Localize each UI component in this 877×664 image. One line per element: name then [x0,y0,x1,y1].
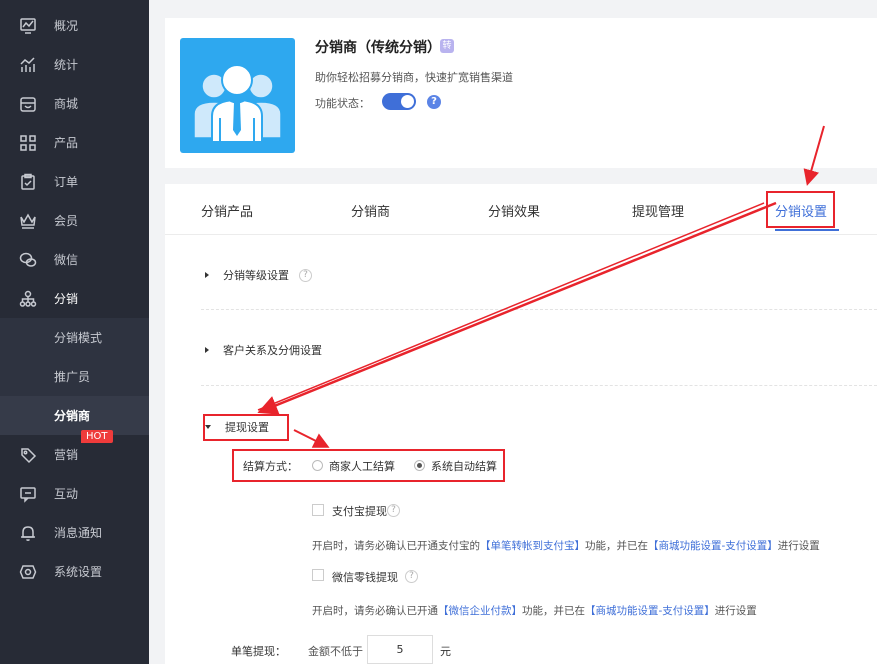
sidebar-item-product[interactable]: 产品 [0,123,149,162]
monitor-chart-icon [18,16,38,36]
section-level-toggle[interactable]: 分销等级设置 ? [205,267,312,283]
settings-icon [18,562,38,582]
status-toggle[interactable] [382,93,416,110]
sidebar-item-marketing[interactable]: 营销 [0,435,149,474]
section-level-label: 分销等级设置 [223,269,289,282]
sidebar-item-label: 互动 [54,487,79,501]
app-info-card: 分销商（传统分销） 转 助你轻松招募分销商，快速扩宽销售渠道 功能状态： ? [165,18,877,168]
section-relation-label: 客户关系及分佣设置 [223,344,322,357]
caret-right-icon [205,347,209,353]
page-title: 分销商（传统分销） [315,40,441,56]
annotation-box-settlement [232,449,505,482]
sidebar-item-member[interactable]: 会员 [0,201,149,240]
help-icon[interactable]: ? [427,95,441,109]
active-tab-indicator [775,229,839,231]
alipay-checkbox[interactable] [312,504,324,516]
tab-products[interactable]: 分销产品 [201,201,253,220]
sidebar-item-wechat[interactable]: 微信 [0,240,149,279]
shop-icon [18,94,38,114]
caret-right-icon [205,272,209,278]
tab-distributors[interactable]: 分销商 [351,201,390,220]
pay-settings-link[interactable]: 【商城功能设置-支付设置】 [585,605,715,617]
version-badge-icon: 转 [440,39,454,53]
sidebar-subitem-distributor[interactable]: 分销商 [0,396,149,435]
wechat-checkbox[interactable] [312,569,324,581]
sidebar-item-label: 分销 [54,292,79,306]
min-amount-label: 金额不低于 [308,645,363,658]
crown-icon [18,211,38,231]
sidebar-item-label: 消息通知 [54,526,103,540]
stats-icon [18,55,38,75]
sidebar-item-shop[interactable]: 商城 [0,84,149,123]
sidebar-item-label: 订单 [54,175,79,189]
sidebar-subitem-label: 分销商 [54,409,91,423]
pay-settings-link[interactable]: 【商城功能设置-支付设置】 [648,540,778,552]
sidebar-item-overview[interactable]: 概况 [0,6,149,45]
sidebar-subitem-label: 推广员 [54,370,91,384]
app-description: 助你轻松招募分销商，快速扩宽销售渠道 [315,71,513,84]
chat-icon [18,484,38,504]
help-icon[interactable]: ? [405,570,418,583]
wechat-icon [18,250,38,270]
status-label: 功能状态： [315,97,370,110]
annotation-box-withdraw [203,414,289,441]
distributor-logo-icon [180,38,295,153]
alipay-note: 开启时，请务必确认已开通支付宝的【单笔转帐到支付宝】功能，并已在【商城功能设置-… [312,540,820,552]
sidebar-item-label: 营销 [54,448,79,462]
annotation-box-settings-tab [766,191,835,228]
sidebar-item-label: 概况 [54,19,79,33]
sidebar-subitem-promoter[interactable]: 推广员 [0,357,149,396]
sidebar-item-interact[interactable]: 互动 [0,474,149,513]
help-icon[interactable]: ? [299,268,312,282]
alipay-label[interactable]: 支付宝提现 [332,503,387,519]
alipay-transfer-link[interactable]: 【单笔转帐到支付宝】 [480,540,585,552]
wechat-pay-link[interactable]: 【微信企业付款】 [438,605,522,617]
sidebar-item-stats[interactable]: 统计 [0,45,149,84]
sidebar-item-label: 微信 [54,253,79,267]
section-relation-toggle[interactable]: 客户关系及分佣设置 [205,342,322,358]
sidebar-subitem-mode[interactable]: 分销模式 [0,318,149,357]
unit-label: 元 [440,645,451,658]
sidebar-item-label: 产品 [54,136,79,150]
sidebar-item-label: 统计 [54,58,79,72]
wechat-note: 开启时，请务必确认已开通【微信企业付款】功能，并已在【商城功能设置-支付设置】进… [312,605,757,617]
section-divider [201,309,877,310]
tab-withdraw-manage[interactable]: 提现管理 [632,201,684,220]
sidebar-item-settings[interactable]: 系统设置 [0,552,149,591]
tabs-divider [165,234,877,235]
sidebar: 概况 统计 商城 产品 订单 会员 微信 分销 分销模式 推广员 分销商 营销 [0,0,149,664]
section-divider [201,385,877,386]
wechat-label[interactable]: 微信零钱提现 [332,569,398,585]
tag-icon [18,445,38,465]
min-amount-input[interactable]: 5 [367,635,433,664]
grid-icon [18,133,38,153]
hot-badge: HOT [81,430,113,443]
sidebar-item-label: 系统设置 [54,565,103,579]
sidebar-item-order[interactable]: 订单 [0,162,149,201]
hierarchy-icon [18,289,38,309]
sidebar-subitem-label: 分销模式 [54,331,103,345]
sidebar-item-notify[interactable]: 消息通知 [0,513,149,552]
sidebar-item-label: 会员 [54,214,79,228]
single-withdraw-label: 单笔提现： [231,645,286,658]
sidebar-item-distribution[interactable]: 分销 [0,279,149,318]
clipboard-icon [18,172,38,192]
sidebar-item-label: 商城 [54,97,79,111]
bell-icon [18,523,38,543]
help-icon[interactable]: ? [387,504,400,517]
tab-effect[interactable]: 分销效果 [488,201,540,220]
